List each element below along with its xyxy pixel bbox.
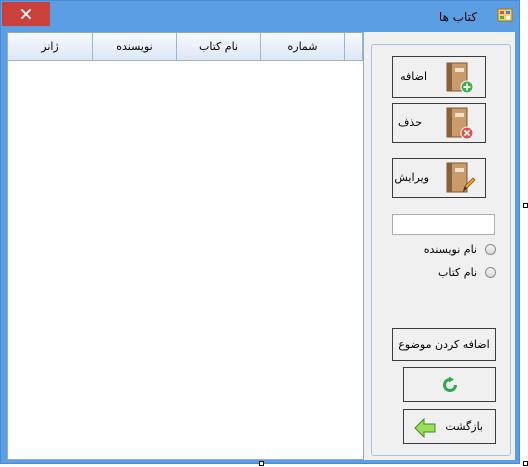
search-input[interactable]	[392, 214, 495, 235]
resize-handle-right[interactable]	[523, 203, 528, 208]
close-button[interactable]	[2, 2, 50, 26]
column-header-number[interactable]: شماره	[261, 33, 345, 61]
add-topic-button-label: اضافه کردن موضوع	[398, 338, 490, 351]
title-bar[interactable]: کتاب ها	[1, 1, 519, 31]
add-topic-button[interactable]: اضافه کردن موضوع	[392, 328, 496, 361]
resize-handle-bottom[interactable]	[259, 461, 264, 466]
resize-handle-corner[interactable]	[523, 461, 528, 466]
grid-corner-header	[345, 33, 363, 61]
book-add-icon	[446, 62, 474, 94]
delete-button[interactable]: حذف	[392, 103, 486, 143]
book-delete-icon	[446, 107, 474, 140]
window-title: کتاب ها	[438, 10, 477, 24]
radio-author-name-label: نام نویسنده	[423, 243, 477, 256]
edit-button-label: ویرایش	[394, 171, 429, 184]
radio-book-name[interactable]: نام کتاب	[438, 266, 496, 279]
grid-header: ژانر نویسنده نام کتاب شماره	[8, 33, 363, 61]
add-button[interactable]: اضافه	[392, 56, 486, 98]
column-header-book-name[interactable]: نام کتاب	[177, 33, 261, 61]
actions-panel: اضافه حذف ویرایش نام نویسنده نام کتاب اض…	[371, 44, 511, 456]
arrow-left-icon	[414, 418, 436, 438]
edit-button[interactable]: ویرایش	[392, 158, 486, 198]
books-grid[interactable]: ژانر نویسنده نام کتاب شماره	[7, 32, 364, 460]
close-icon	[21, 9, 31, 19]
delete-button-label: حذف	[398, 116, 422, 129]
refresh-icon	[442, 376, 457, 392]
radio-book-name-circle[interactable]	[485, 267, 496, 278]
add-button-label: اضافه	[400, 70, 427, 83]
main-window: کتاب ها ژانر نویسنده نام کتاب شماره اضاف…	[0, 0, 520, 464]
refresh-button[interactable]	[403, 367, 496, 402]
column-header-genre[interactable]: ژانر	[8, 33, 93, 61]
radio-book-name-label: نام کتاب	[438, 266, 477, 279]
back-button[interactable]: بازگشت	[403, 409, 496, 444]
app-icon	[497, 8, 513, 22]
column-header-author[interactable]: نویسنده	[93, 33, 177, 61]
book-edit-icon	[446, 162, 476, 193]
radio-author-name-circle[interactable]	[485, 244, 496, 255]
client-area: ژانر نویسنده نام کتاب شماره اضافه حذف وی…	[7, 32, 515, 460]
back-button-label: بازگشت	[445, 420, 483, 433]
radio-author-name[interactable]: نام نویسنده	[424, 243, 496, 256]
